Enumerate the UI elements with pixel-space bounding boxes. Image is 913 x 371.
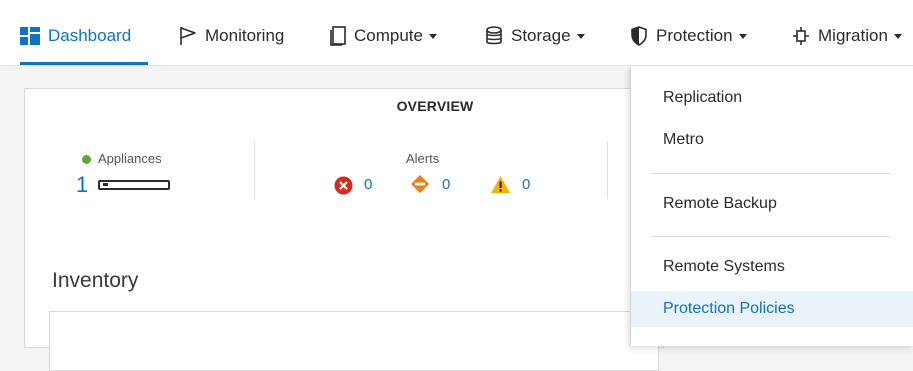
nav-migration-label: Migration bbox=[818, 26, 888, 45]
menu-item-replication[interactable]: Replication bbox=[631, 80, 913, 116]
chevron-down-icon bbox=[893, 33, 902, 39]
alerts-label: Alerts bbox=[406, 151, 440, 166]
top-navigation-bar: Dashboard Monitoring Compute Storage Pro… bbox=[0, 0, 913, 66]
menu-item-remote-backup[interactable]: Remote Backup bbox=[631, 186, 913, 222]
menu-item-label: Remote Systems bbox=[663, 258, 785, 275]
migration-icon bbox=[792, 26, 810, 46]
nav-protection-label: Protection bbox=[656, 26, 733, 45]
menu-item-remote-systems[interactable]: Remote Systems bbox=[631, 249, 913, 285]
shield-icon bbox=[630, 26, 648, 46]
chevron-down-icon bbox=[576, 33, 585, 39]
minor-alert-count[interactable]: 0 bbox=[522, 176, 530, 193]
nav-storage[interactable]: Storage bbox=[485, 22, 585, 50]
divider bbox=[254, 141, 255, 199]
nav-compute[interactable]: Compute bbox=[330, 22, 437, 50]
nav-monitoring-label: Monitoring bbox=[205, 26, 285, 45]
protection-dropdown-menu: Replication Metro Remote Backup Remote S… bbox=[630, 66, 913, 346]
appliances-count[interactable]: 1 bbox=[76, 172, 88, 198]
menu-divider bbox=[651, 236, 891, 237]
menu-item-label: Replication bbox=[663, 89, 743, 106]
minor-alert-icon bbox=[490, 175, 511, 199]
compute-icon bbox=[330, 26, 346, 46]
menu-item-metro[interactable]: Metro bbox=[631, 122, 913, 158]
active-tab-indicator bbox=[20, 62, 148, 65]
storage-icon bbox=[485, 26, 503, 46]
inventory-title: Inventory bbox=[52, 269, 139, 292]
nav-monitoring[interactable]: Monitoring bbox=[179, 22, 284, 50]
appliance-icon bbox=[98, 180, 170, 190]
flag-icon bbox=[179, 26, 197, 46]
nav-migration[interactable]: Migration bbox=[792, 22, 902, 50]
major-alert-icon bbox=[410, 174, 430, 199]
inventory-panel bbox=[49, 311, 659, 371]
nav-protection[interactable]: Protection bbox=[630, 22, 747, 50]
major-alert-count[interactable]: 0 bbox=[442, 176, 450, 193]
dashboard-icon bbox=[20, 27, 40, 45]
menu-item-protection-policies[interactable]: Protection Policies bbox=[631, 291, 913, 327]
status-ok-icon bbox=[82, 155, 91, 164]
nav-dashboard-label: Dashboard bbox=[48, 26, 132, 45]
overview-card: OVERVIEW Appliances 1 Alerts 0 0 0 Inven… bbox=[24, 88, 664, 371]
menu-item-label: Protection Policies bbox=[663, 300, 795, 317]
nav-dashboard[interactable]: Dashboard bbox=[20, 22, 131, 50]
appliances-label: Appliances bbox=[98, 151, 162, 166]
chevron-down-icon bbox=[428, 33, 437, 39]
critical-alert-count[interactable]: 0 bbox=[364, 176, 372, 193]
menu-item-label: Metro bbox=[663, 131, 704, 148]
menu-divider bbox=[651, 173, 891, 174]
chevron-down-icon bbox=[738, 33, 747, 39]
divider bbox=[607, 141, 608, 199]
nav-compute-label: Compute bbox=[354, 26, 423, 45]
critical-alert-icon bbox=[334, 176, 353, 200]
nav-storage-label: Storage bbox=[511, 26, 571, 45]
menu-item-label: Remote Backup bbox=[663, 195, 777, 212]
